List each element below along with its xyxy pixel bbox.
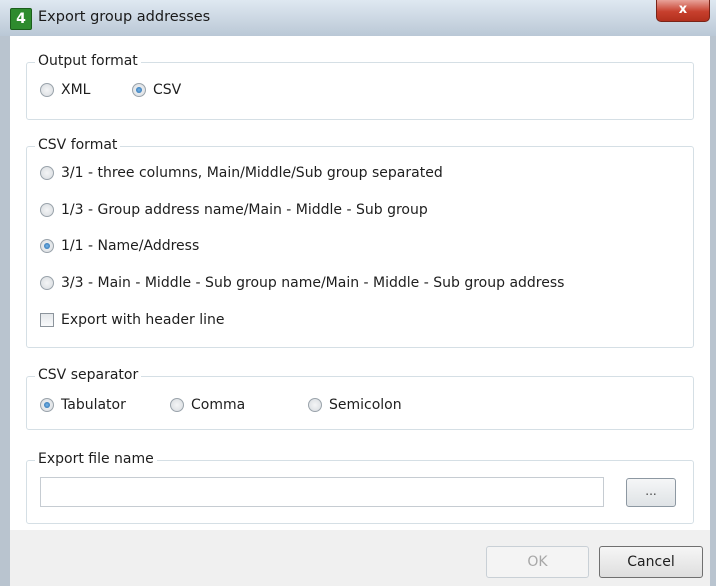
radio-format-3-3[interactable]: 3/3 - Main - Middle - Sub group name/Mai… — [40, 275, 564, 291]
browse-button[interactable]: ... — [626, 478, 676, 507]
radio-format-3-1-button[interactable] — [40, 166, 54, 180]
radio-format-3-1-label: 3/1 - three columns, Main/Middle/Sub gro… — [61, 165, 443, 181]
radio-format-3-3-label: 3/3 - Main - Middle - Sub group name/Mai… — [61, 275, 565, 291]
radio-tabulator[interactable]: Tabulator — [40, 397, 126, 413]
output-format-legend: Output format — [35, 53, 141, 69]
radio-xml-button[interactable] — [40, 83, 54, 97]
radio-xml-label: XML — [61, 82, 91, 98]
csv-separator-legend: CSV separator — [35, 367, 142, 383]
radio-format-3-1[interactable]: 3/1 - three columns, Main/Middle/Sub gro… — [40, 165, 443, 181]
output-format-group: Output format — [26, 53, 694, 120]
radio-comma-label: Comma — [191, 397, 246, 413]
radio-csv-button[interactable] — [132, 83, 146, 97]
title-bar[interactable]: 4 Export group addresses x — [0, 0, 716, 36]
export-dialog-window: 4 Export group addresses x Output format… — [0, 0, 716, 586]
radio-csv[interactable]: CSV — [132, 82, 181, 98]
csv-format-legend: CSV format — [35, 137, 121, 153]
window-title: Export group addresses — [38, 9, 211, 25]
radio-format-1-3-label: 1/3 - Group address name/Main - Middle -… — [61, 202, 428, 218]
ok-button[interactable]: OK — [486, 546, 589, 578]
radio-semicolon-button[interactable] — [308, 398, 322, 412]
radio-xml[interactable]: XML — [40, 82, 90, 98]
radio-format-1-1-button[interactable] — [40, 239, 54, 253]
radio-format-3-3-button[interactable] — [40, 276, 54, 290]
cancel-button[interactable]: Cancel — [599, 546, 703, 578]
export-header-line-checkbox-box[interactable] — [40, 313, 54, 327]
radio-csv-label: CSV — [153, 82, 182, 98]
radio-tabulator-button[interactable] — [40, 398, 54, 412]
close-button[interactable]: x — [656, 0, 710, 22]
export-file-name-input[interactable] — [40, 477, 604, 507]
radio-format-1-3-button[interactable] — [40, 203, 54, 217]
app-icon: 4 — [10, 8, 32, 30]
radio-tabulator-label: Tabulator — [61, 397, 126, 413]
export-header-line-label: Export with header line — [61, 312, 225, 328]
export-header-line-checkbox[interactable]: Export with header line — [40, 312, 224, 328]
radio-semicolon[interactable]: Semicolon — [308, 397, 402, 413]
radio-format-1-1-label: 1/1 - Name/Address — [61, 238, 200, 254]
radio-format-1-1[interactable]: 1/1 - Name/Address — [40, 238, 199, 254]
radio-comma-button[interactable] — [170, 398, 184, 412]
radio-format-1-3[interactable]: 1/3 - Group address name/Main - Middle -… — [40, 202, 428, 218]
radio-comma[interactable]: Comma — [170, 397, 245, 413]
export-file-name-legend: Export file name — [35, 451, 157, 467]
dialog-body: Output format XML CSV CSV format 3/1 - t… — [10, 36, 710, 586]
radio-semicolon-label: Semicolon — [329, 397, 402, 413]
